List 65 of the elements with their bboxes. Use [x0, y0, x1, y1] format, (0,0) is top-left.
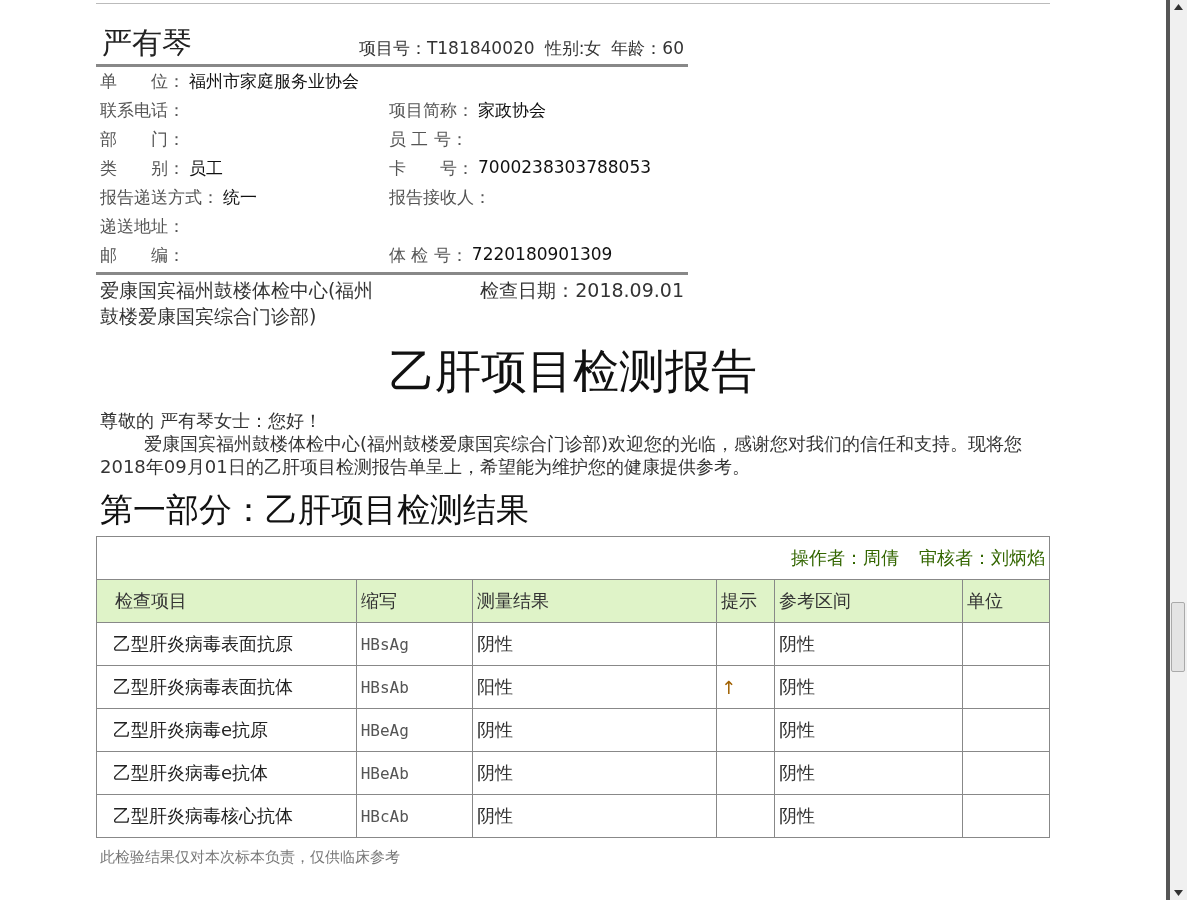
patient-name: 严有琴 [102, 24, 192, 62]
table-cell: 阴性 [472, 622, 717, 666]
table-cell: 阴性 [774, 751, 963, 795]
footnote: 此检验结果仅对本次标本负责，仅供临床参考 [99, 848, 401, 867]
table-cell: 乙型肝炎病毒表面抗体 [96, 665, 357, 709]
table-cell: ↑ [716, 665, 775, 709]
field-label: 邮 编： [100, 244, 185, 267]
field-value: 7220180901309 [471, 244, 613, 266]
field-value: 7000238303788053 [478, 157, 652, 179]
table-cell: 乙型肝炎病毒核心抗体 [96, 794, 357, 838]
field-value: 员工 [189, 157, 223, 180]
scrollbar-thumb[interactable] [1171, 602, 1185, 672]
column-header: 单位 [962, 579, 1050, 623]
age: 年龄：60 [611, 37, 684, 60]
field-label: 类 别： [100, 157, 185, 180]
table-cell: HBeAg [356, 708, 473, 752]
table-cell: HBcAb [356, 794, 473, 838]
check-date: 检查日期：2018.09.01 [480, 278, 684, 303]
table-cell: HBsAb [356, 665, 473, 709]
table-cell: HBeAb [356, 751, 473, 795]
scroll-down-icon[interactable] [1174, 890, 1183, 896]
field-label: 员 工 号： [389, 128, 468, 151]
field-value: 家政协会 [478, 99, 546, 122]
table-cell: 阴性 [774, 794, 963, 838]
field-label: 体 检 号： [389, 244, 468, 267]
table-cell [716, 751, 775, 795]
table-cell: 阴性 [774, 708, 963, 752]
field-label: 报告递送方式： [100, 186, 219, 209]
table-cell: 乙型肝炎病毒e抗原 [96, 708, 357, 752]
table-cell: 阴性 [472, 751, 717, 795]
field-label: 单 位： [100, 70, 185, 93]
field-label: 项目简称： [389, 99, 474, 122]
field-label: 联系电话： [100, 99, 185, 122]
table-cell: 阳性 [472, 665, 717, 709]
column-header: 缩写 [356, 579, 473, 623]
table-cell: 阴性 [774, 665, 963, 709]
field-value: 统一 [223, 186, 257, 209]
field-label: 卡 号： [389, 157, 474, 180]
table-cell [716, 708, 775, 752]
intro-paragraph: 爱康国宾福州鼓楼体检中心(福州鼓楼爱康国宾综合门诊部)欢迎您的光临，感谢您对我们的信任和支持。现将您2018年09月01日的乙肝项目检测报告单呈上，希望能为维护您的健康提供参考。 [99, 432, 1024, 478]
column-header: 提示 [716, 579, 775, 623]
field-label: 部 门： [100, 128, 185, 151]
column-header: 参考区间 [774, 579, 963, 623]
table-cell: 阴性 [472, 708, 717, 752]
greeting: 尊敬的 严有琴女士：您好！ [99, 409, 323, 432]
table-cell [716, 794, 775, 838]
field-value: 福州市家庭服务业协会 [189, 70, 359, 93]
scrollbar[interactable] [1170, 0, 1187, 900]
column-header: 检查项目 [96, 579, 357, 623]
report-title: 乙肝项目检测报告 [388, 343, 758, 400]
table-cell: 乙型肝炎病毒e抗体 [96, 751, 357, 795]
section-title: 第一部分：乙肝项目检测结果 [99, 489, 530, 531]
scroll-up-icon[interactable] [1174, 4, 1183, 10]
project-number: 项目号：T181840020 [358, 37, 535, 60]
table-cell: 乙型肝炎病毒表面抗原 [96, 622, 357, 666]
gender: 性别:女 [544, 37, 602, 60]
signature-cell: 操作者：周倩 审核者：刘炳焰 [96, 536, 1050, 580]
column-header: 测量结果 [472, 579, 717, 623]
table-cell: HBsAg [356, 622, 473, 666]
table-cell [716, 622, 775, 666]
clinic-name: 爱康国宾福州鼓楼体检中心(福州鼓楼爱康国宾综合门诊部) [100, 278, 375, 329]
table-cell: 阴性 [472, 794, 717, 838]
field-label: 递送地址： [100, 215, 185, 238]
table-cell: 阴性 [774, 622, 963, 666]
field-label: 报告接收人： [389, 186, 491, 209]
